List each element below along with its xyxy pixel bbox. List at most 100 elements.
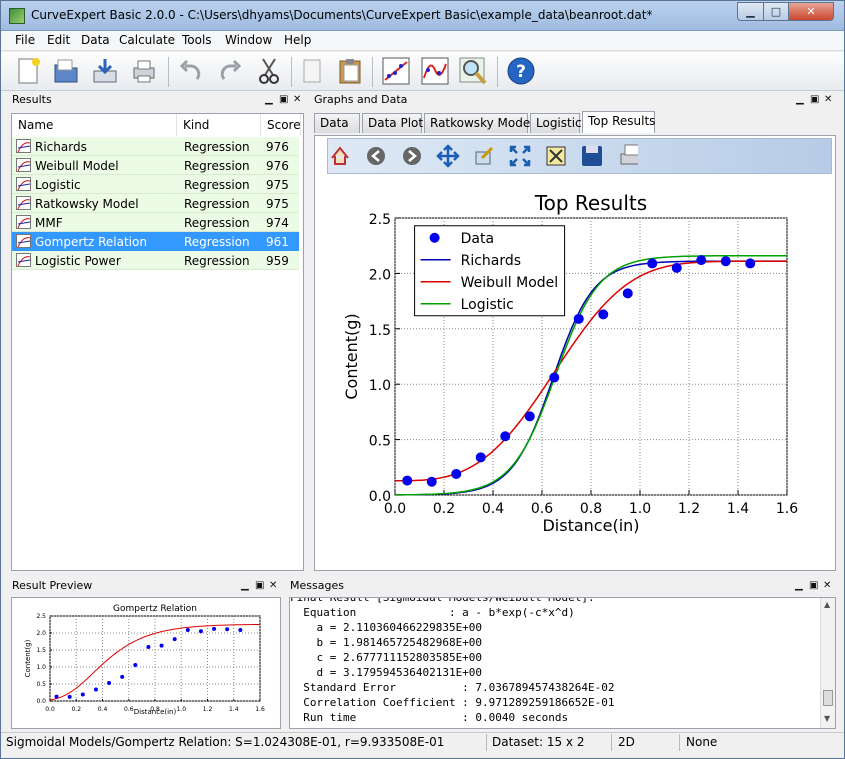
result-name: Logistic Power: [35, 254, 121, 268]
x-tick-label: 0.0: [45, 706, 55, 713]
open-button[interactable]: [50, 55, 82, 87]
result-row[interactable]: Richards Regression 976: [12, 137, 299, 156]
x-axis-label: Distance(in): [134, 708, 177, 716]
scrollbar-thumb[interactable]: [823, 690, 833, 706]
data-point: [212, 626, 217, 631]
top-results-chart[interactable]: Top Results 0.0 0.2 0.4 0.6 0.8 1.0 1.2 1.4 1.6 0.…: [317, 176, 835, 571]
tab-ratkowsky-model[interactable]: Ratkowsky Model: [424, 113, 534, 133]
messages-text-area[interactable]: Final Result [Sigmoidal Models/Weibull M…: [289, 597, 836, 729]
tab-top-results[interactable]: Top Results: [582, 111, 655, 133]
print-button[interactable]: [128, 55, 160, 87]
panel-float-icon[interactable]: ▣: [279, 94, 288, 105]
menu-window[interactable]: Window: [225, 33, 272, 47]
panel-close-icon[interactable]: ✕: [824, 94, 832, 105]
floppy-label: [586, 146, 598, 153]
menu-help[interactable]: Help: [284, 33, 311, 47]
result-name: Logistic: [35, 178, 81, 192]
result-row[interactable]: Logistic Regression 975: [12, 175, 299, 194]
close-icon: ✕: [806, 5, 816, 18]
x-tick-label: 0.4: [98, 706, 108, 713]
tab-logistic[interactable]: Logistic: [530, 113, 582, 133]
zoom-plot-button[interactable]: [457, 55, 489, 87]
panel-close-icon[interactable]: ✕: [269, 580, 277, 591]
panel-minimize-icon[interactable]: ▁: [265, 94, 273, 105]
panel-close-icon[interactable]: ✕: [293, 94, 301, 105]
result-row[interactable]: Gompertz Relation Regression 961: [12, 232, 299, 251]
x-tick-label: 0.6: [124, 706, 134, 713]
y-tick-label: 0.0: [369, 489, 391, 505]
undo-button[interactable]: [175, 55, 207, 87]
new-button[interactable]: [12, 55, 44, 87]
subplot-config-icon[interactable]: [546, 146, 566, 166]
model-icon: [16, 177, 31, 191]
results-panel-header: Results: [9, 93, 306, 109]
menu-calculate[interactable]: Calculate: [119, 33, 175, 47]
panel-minimize-icon[interactable]: ▁: [796, 94, 804, 105]
help-button[interactable]: ?: [505, 55, 537, 87]
paste-button[interactable]: [334, 55, 366, 87]
zoom-plot-icon: [459, 57, 487, 85]
y-tick-label: 1.0: [369, 378, 391, 394]
linear-fit-button[interactable]: [380, 55, 412, 87]
back-icon[interactable]: [367, 147, 385, 165]
new-icon: [18, 58, 40, 84]
panel-float-icon[interactable]: ▣: [809, 580, 818, 591]
data-point: [107, 680, 112, 685]
data-point: [67, 694, 72, 699]
print-plot-icon[interactable]: [620, 144, 638, 165]
result-row[interactable]: MMF Regression 974: [12, 213, 299, 232]
model-icon: [16, 215, 31, 229]
menu-tools[interactable]: Tools: [182, 33, 212, 47]
fit-arrows: [509, 145, 531, 167]
tab-data-plot[interactable]: Data Plot: [362, 113, 423, 133]
x-tick-label: 1.4: [727, 501, 749, 517]
result-kind: Regression: [184, 216, 250, 230]
redo-button[interactable]: [214, 55, 246, 87]
copy-button[interactable]: [296, 55, 328, 87]
save-icon[interactable]: [582, 146, 602, 166]
data-point: [238, 627, 243, 632]
chart-legend: Data Richards Weibull Model Logistic: [414, 225, 566, 317]
zoom-fit-icon[interactable]: [509, 145, 531, 167]
cut-button[interactable]: [253, 55, 285, 87]
maximize-button[interactable]: □: [763, 2, 789, 21]
menu-data[interactable]: Data: [81, 33, 110, 47]
data-point: [524, 411, 535, 422]
data-point: [402, 475, 413, 486]
column-header-name[interactable]: Name: [12, 114, 177, 136]
title-bar[interactable]: CurveExpert Basic 2.0.0 - C:\Users\dhyam…: [1, 1, 844, 31]
model-icon: [16, 253, 31, 267]
x-tick-label: 0.2: [71, 706, 81, 713]
home-icon[interactable]: [331, 146, 349, 165]
panel-minimize-icon[interactable]: ▁: [241, 580, 249, 591]
edit-axes-icon[interactable]: [475, 146, 494, 165]
messages-log: Final Result [Sigmoidal Models/Weibull M…: [290, 597, 615, 725]
x-tick-label: 1.0: [629, 501, 651, 517]
menu-edit[interactable]: Edit: [47, 33, 70, 47]
panel-close-icon[interactable]: ✕: [823, 580, 831, 591]
column-header-kind[interactable]: Kind: [177, 114, 261, 136]
import-button[interactable]: [89, 55, 121, 87]
column-header-score[interactable]: Score: [261, 114, 301, 136]
data-point: [647, 258, 658, 269]
messages-scrollbar[interactable]: ▲ ▼: [820, 598, 835, 728]
nonlinear-fit-button[interactable]: [419, 55, 451, 87]
panel-minimize-icon[interactable]: ▁: [795, 580, 803, 591]
result-row[interactable]: Ratkowsky Model Regression 975: [12, 194, 299, 213]
result-row[interactable]: Logistic Power Regression 959: [12, 251, 299, 270]
forward-icon[interactable]: [403, 147, 421, 165]
pan-icon[interactable]: [436, 144, 460, 168]
panel-float-icon[interactable]: ▣: [810, 94, 819, 105]
minimize-button[interactable]: ▁: [737, 2, 764, 21]
help-icon: ?: [507, 57, 535, 85]
result-row[interactable]: Weibull Model Regression 976: [12, 156, 299, 175]
tab-data[interactable]: Data: [314, 113, 360, 133]
close-button[interactable]: ✕: [788, 2, 834, 21]
redo-icon: [220, 59, 242, 80]
x-tick-label: 1.2: [678, 501, 700, 517]
message-line: Final Result [Sigmoidal Models/Weibull M…: [290, 597, 595, 604]
panel-float-icon[interactable]: ▣: [255, 580, 264, 591]
result-kind: Regression: [184, 197, 250, 211]
message-line: b = 1.981465725482968E+00: [290, 636, 483, 649]
menu-file[interactable]: File: [15, 33, 35, 47]
